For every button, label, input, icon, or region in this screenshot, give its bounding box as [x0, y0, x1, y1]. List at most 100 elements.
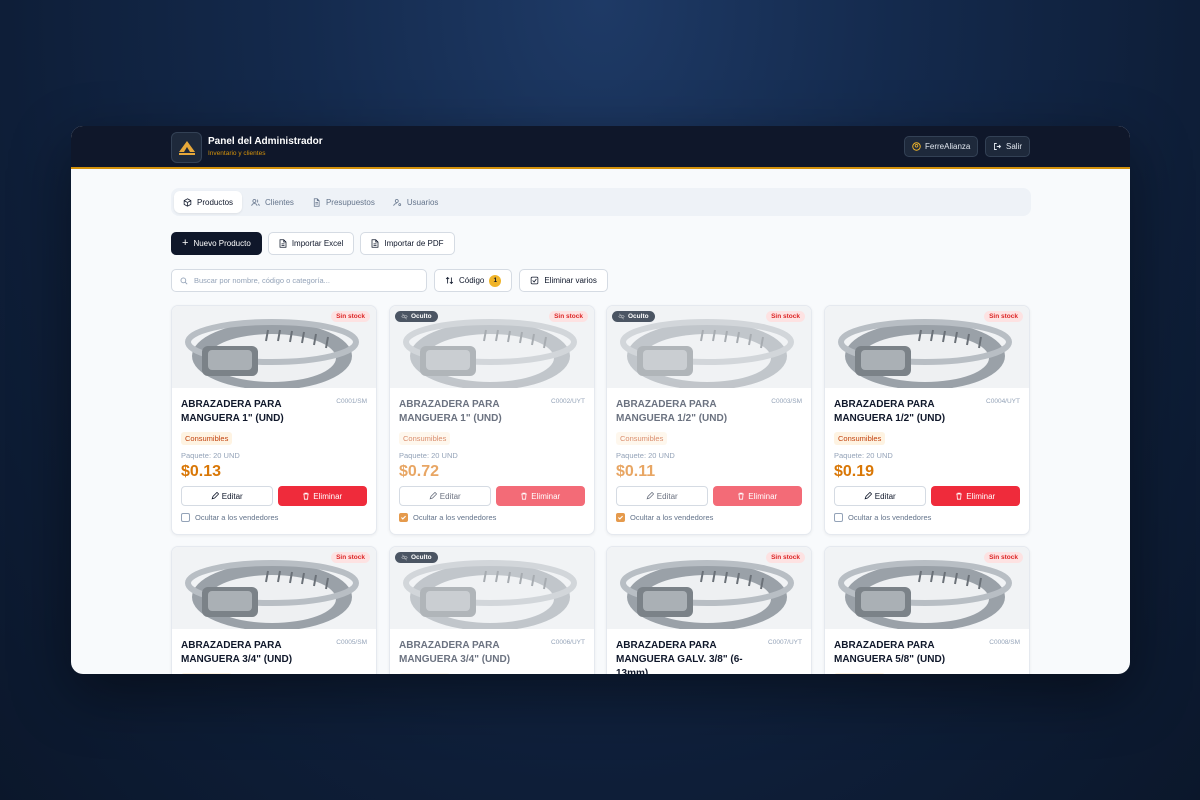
file-icon [313, 197, 320, 207]
product-card: Oculto Sin stock ABRAZADERA PARA MANGUERA … [606, 305, 812, 535]
product-price: $0.19 [834, 463, 875, 480]
product-card-body: ABRAZADERA PARA MANGUERA 3/4" (UND) C0005… [172, 629, 376, 674]
filter-toolbar: Código 1 Eliminar varios [171, 269, 608, 292]
product-name: ABRAZADERA PARA MANGUERA 3/4" (UND) [399, 640, 511, 665]
product-name: ABRAZADERA PARA MANGUERA 1" (UND) [399, 399, 502, 424]
out-of-stock-badge: Sin stock [331, 552, 370, 563]
plus-icon: + [182, 237, 189, 249]
sort-arrows-icon [445, 276, 454, 285]
product-code: C0002/UYT [551, 398, 585, 405]
user-circle-icon [912, 142, 921, 151]
hide-from-sellers-row: Ocultar a los vendedores [181, 513, 367, 522]
product-card-body: ABRAZADERA PARA MANGUERA 3/4" (UND) C0006… [390, 629, 594, 674]
hide-label: Ocultar a los vendedores [413, 513, 497, 522]
user-button[interactable]: FerreAlianza [904, 136, 979, 157]
hide-checkbox[interactable] [399, 513, 408, 522]
product-card: Sin stock ABRAZADERA PARA MANGUERA 1" (UN… [171, 305, 377, 535]
edit-button[interactable]: Editar [616, 486, 708, 506]
tab-presupuestos[interactable]: Presupuestos [303, 191, 384, 213]
file-icon [279, 239, 287, 248]
tab-usuarios[interactable]: Usuarios [384, 191, 448, 213]
product-card: Sin stock ABRAZADERA PARA MANGUERA 1/2" (… [824, 305, 1030, 535]
delete-button[interactable]: Eliminar [712, 486, 802, 506]
delete-button[interactable]: Eliminar [495, 486, 585, 506]
hidden-badge: Oculto [395, 311, 438, 322]
import-excel-button[interactable]: Importar Excel [267, 232, 355, 255]
search-input[interactable] [194, 276, 414, 285]
new-product-label: Nuevo Producto [193, 239, 251, 248]
out-of-stock-badge: Sin stock [766, 311, 805, 322]
logout-icon [994, 143, 1002, 150]
sort-button[interactable]: Código 1 [434, 269, 513, 292]
package-info: Paquete: 20 UND [399, 451, 458, 460]
tab-clientes[interactable]: Clientes [242, 191, 303, 213]
product-card: Sin stock ABRAZADERA PARA MANGUERA 3/4" (… [171, 546, 377, 674]
eye-off-icon [618, 313, 625, 320]
out-of-stock-badge: Sin stock [766, 552, 805, 563]
product-name: ABRAZADERA PARA MANGUERA 1" (UND) [181, 399, 284, 424]
product-price: $0.13 [181, 463, 222, 480]
product-image: Oculto [390, 547, 594, 629]
delete-label: Eliminar [313, 491, 343, 501]
users-icon [251, 198, 260, 206]
product-code: C0003/SM [771, 398, 802, 405]
box-icon [183, 197, 192, 207]
product-name: ABRAZADERA PARA MANGUERA 1/2" (UND) [834, 399, 946, 424]
edit-button[interactable]: Editar [181, 486, 273, 506]
checkbox-icon [531, 276, 539, 285]
category-tag: Consumibles [181, 432, 233, 445]
hide-checkbox[interactable] [181, 513, 190, 522]
eye-off-icon [401, 313, 408, 320]
logout-button[interactable]: Salir [985, 136, 1031, 157]
delete-button[interactable]: Eliminar [277, 486, 367, 506]
category-tag: Consumibles [399, 673, 451, 674]
edit-button[interactable]: Editar [399, 486, 491, 506]
product-code: C0001/SM [336, 398, 367, 405]
logout-label: Salir [1006, 142, 1023, 151]
out-of-stock-badge: Sin stock [549, 311, 588, 322]
tab-label: Clientes [265, 197, 294, 207]
tab-productos[interactable]: Productos [174, 191, 243, 213]
hide-checkbox[interactable] [616, 513, 625, 522]
company-logo [171, 132, 202, 163]
hide-checkbox[interactable] [834, 513, 843, 522]
product-card-body: ABRAZADERA PARA MANGUERA 1/2" (UND) C0003… [607, 388, 811, 522]
edit-label: Editar [221, 491, 243, 501]
trash-icon [303, 492, 310, 500]
product-name: ABRAZADERA PARA MANGUERA 5/8" (UND) [834, 640, 946, 665]
product-card-body: ABRAZADERA PARA MANGUERA 1" (UND) C0002/U… [390, 388, 594, 522]
product-price: $0.72 [399, 463, 440, 480]
delete-label: Eliminar [966, 491, 996, 501]
tab-bar: Productos Clientes Presupuestos Usuarios [171, 188, 1031, 216]
user-label: FerreAlianza [925, 142, 971, 151]
product-name: ABRAZADERA PARA MANGUERA GALV. 3/8" (6-1… [616, 640, 743, 674]
package-info: Paquete: 20 UND [181, 451, 240, 460]
product-image: Sin stock [825, 306, 1029, 388]
package-info: Paquete: 20 UND [616, 451, 675, 460]
import-pdf-button[interactable]: Importar de PDF [360, 232, 455, 255]
product-card: Oculto Sin stock ABRAZADERA PARA MANGUERA … [389, 305, 595, 535]
product-code: C0006/UYT [551, 639, 585, 646]
check-icon [618, 515, 623, 520]
search-box [171, 269, 427, 292]
pencil-icon [864, 492, 872, 500]
import-excel-label: Importar Excel [291, 239, 344, 248]
card-actions: Editar Eliminar [616, 486, 802, 506]
top-bar: Panel del Administrador Inventario y cli… [71, 126, 1130, 169]
bulk-delete-button[interactable]: Eliminar varios [519, 269, 608, 292]
user-cog-icon [393, 198, 401, 206]
category-tag: Consumibles [399, 432, 451, 445]
app-window: Panel del Administrador Inventario y cli… [71, 126, 1130, 674]
new-product-button[interactable]: + Nuevo Producto [171, 232, 262, 255]
file-icon [372, 239, 379, 248]
card-actions: Editar Eliminar [181, 486, 367, 506]
product-code: C0004/UYT [986, 398, 1020, 405]
hidden-badge-label: Oculto [411, 554, 432, 561]
tab-label: Productos [197, 197, 234, 207]
category-tag: Consumibles [834, 673, 886, 674]
edit-button[interactable]: Editar [834, 486, 926, 506]
bulk-delete-label: Eliminar varios [544, 276, 597, 285]
product-card-body: ABRAZADERA PARA MANGUERA 1/2" (UND) C0004… [825, 388, 1029, 522]
product-image: Oculto Sin stock [390, 306, 594, 388]
delete-button[interactable]: Eliminar [930, 486, 1020, 506]
